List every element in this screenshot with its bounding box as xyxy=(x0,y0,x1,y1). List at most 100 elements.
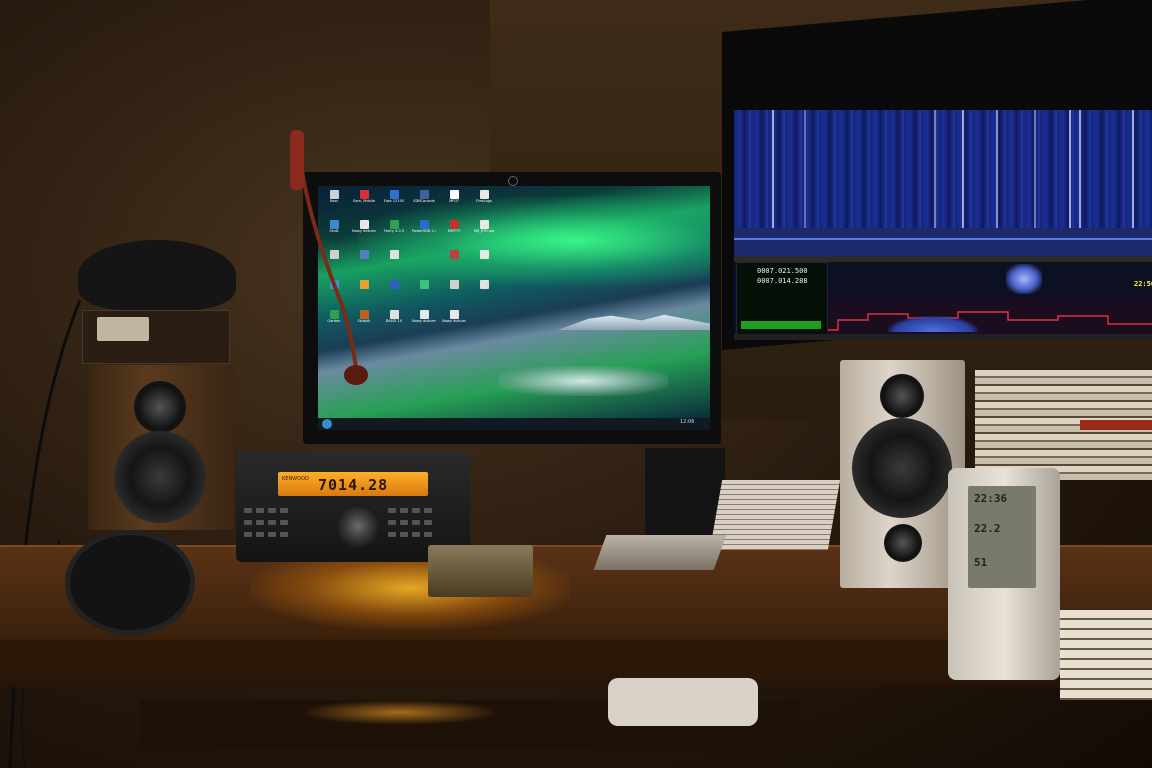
taskbar-clock[interactable]: 12:06 xyxy=(680,419,694,425)
desktop-icon-label: Nowy dokument tekstowy (2).txt xyxy=(412,319,436,323)
radio-button[interactable] xyxy=(256,532,264,537)
radio-display: KENWOOD 7014.28 xyxy=(278,472,428,496)
taskbar[interactable] xyxy=(318,418,710,430)
lamp-glow xyxy=(300,700,500,725)
desktop-icon-label: MFD? xyxy=(449,199,459,203)
pen-tray xyxy=(593,535,727,570)
signal-trace xyxy=(804,110,806,228)
radio-button[interactable] xyxy=(280,520,288,525)
start-button[interactable] xyxy=(322,419,332,429)
radio-button[interactable] xyxy=(400,520,408,525)
app-icon xyxy=(479,280,489,289)
app-icon xyxy=(449,190,459,199)
desktop-icon[interactable] xyxy=(472,250,496,270)
radio-button[interactable] xyxy=(268,508,276,513)
radio-button[interactable] xyxy=(244,532,252,537)
signal-trace xyxy=(1034,110,1036,228)
radio-button[interactable] xyxy=(424,520,432,525)
photo-scene: Kosz Sam, Mobile Foto 12105 SDRConsole MFD? F… xyxy=(0,0,1152,768)
app-icon xyxy=(449,310,459,319)
desktop-icon[interactable] xyxy=(442,280,466,300)
desktop-icon-label: FlexLogs xyxy=(476,199,492,203)
radio-button[interactable] xyxy=(388,532,396,537)
radio-button[interactable] xyxy=(412,532,420,537)
radio-button[interactable] xyxy=(412,508,420,513)
signal-trace xyxy=(1079,110,1081,228)
vfo-a-readout[interactable]: 0007.021.500 xyxy=(757,267,808,275)
desktop-icon[interactable]: SDRConsole xyxy=(412,190,436,210)
desktop-icon-label: Nowy dokument tekstowy (3).txt xyxy=(442,319,466,323)
desktop-icon[interactable] xyxy=(412,280,436,300)
vfo-b-readout[interactable]: 0007.014.288 xyxy=(757,277,808,285)
vfo-knob[interactable] xyxy=(336,504,380,548)
radio-button[interactable] xyxy=(256,520,264,525)
desktop-icon[interactable] xyxy=(472,280,496,300)
app-icon xyxy=(419,220,429,229)
app-icon xyxy=(389,190,399,199)
frequency-panel[interactable]: 0007.021.500 0007.014.288 xyxy=(736,262,828,336)
radio-button[interactable] xyxy=(424,508,432,513)
radio-button[interactable] xyxy=(244,520,252,525)
desktop-icon[interactable]: Fonty 4.0.5 xyxy=(382,220,406,240)
gooseneck-microphone xyxy=(290,130,368,385)
weather-station: 22:36 22.2 51 xyxy=(948,468,1060,680)
aurora xyxy=(358,196,710,286)
headphones-top xyxy=(78,240,236,310)
radio-button[interactable] xyxy=(400,508,408,513)
meter-dial xyxy=(97,317,149,341)
signal-trace xyxy=(772,110,774,228)
desktop-icon[interactable]: Nowy dokument tekstowy (2).txt xyxy=(412,310,436,330)
radio-button[interactable] xyxy=(424,532,432,537)
app-icon xyxy=(389,220,399,229)
radio-button[interactable] xyxy=(412,520,420,525)
desktop-icon[interactable]: FlexLogs xyxy=(472,190,496,210)
radio-button[interactable] xyxy=(256,508,264,513)
woofer xyxy=(852,418,952,518)
radio-button[interactable] xyxy=(244,508,252,513)
morse-key[interactable] xyxy=(428,545,533,597)
tweeter xyxy=(880,374,924,418)
router-box xyxy=(608,678,758,726)
waterfall-display[interactable] xyxy=(734,110,1152,228)
radio-button[interactable] xyxy=(268,532,276,537)
desktop-icon[interactable] xyxy=(442,250,466,270)
app-icon xyxy=(479,250,489,259)
headphones xyxy=(65,530,195,635)
desktop-icon[interactable] xyxy=(412,250,436,270)
desktop-icon[interactable]: SM_RTR.log xyxy=(472,220,496,240)
radio-button[interactable] xyxy=(280,508,288,513)
weather-humidity: 51 xyxy=(974,556,988,569)
audio-spectrum[interactable] xyxy=(828,298,1152,334)
left-speaker xyxy=(88,365,234,530)
app-icon xyxy=(389,280,399,289)
desktop-icon-label: MMTTY xyxy=(447,229,461,233)
radio-button[interactable] xyxy=(280,532,288,537)
desktop-icon[interactable]: BAUD 10 xyxy=(382,310,406,330)
sdr-software-window[interactable]: 0007.021.500 0007.014.288 22:50 xyxy=(734,110,1152,340)
radio-button[interactable] xyxy=(388,508,396,513)
app-icon xyxy=(419,310,429,319)
desktop-icon[interactable]: Nowy dokument tekstowy (3).txt xyxy=(442,310,466,330)
desktop-icon[interactable]: MFD? xyxy=(442,190,466,210)
weather-temperature: 22.2 xyxy=(974,522,1001,535)
spectrum-plot[interactable] xyxy=(734,228,1152,256)
desktop-icon[interactable] xyxy=(382,280,406,300)
zoomed-spectrum[interactable] xyxy=(828,262,1152,296)
signal-trace xyxy=(962,110,964,228)
app-icon xyxy=(419,280,429,289)
desktop-icon[interactable] xyxy=(382,250,406,270)
app-icon xyxy=(479,190,489,199)
radio-button[interactable] xyxy=(268,520,276,525)
monitor-logo xyxy=(508,176,518,186)
app-icon xyxy=(449,220,459,229)
book-stack-lower xyxy=(1060,610,1152,700)
desktop-icon[interactable]: MMTTY xyxy=(442,220,466,240)
radio-button[interactable] xyxy=(388,520,396,525)
s-meter-bar xyxy=(741,321,821,329)
radio-button[interactable] xyxy=(400,532,408,537)
app-icon xyxy=(389,310,399,319)
desktop-icon[interactable]: PowerSDR 2.4.4 xyxy=(412,220,436,240)
desktop-icon[interactable]: Foto 12105 xyxy=(382,190,406,210)
desktop-icon-label: BAUD 10 xyxy=(385,319,403,323)
desktop-icon-label: PowerSDR 2.4.4 xyxy=(412,229,436,233)
